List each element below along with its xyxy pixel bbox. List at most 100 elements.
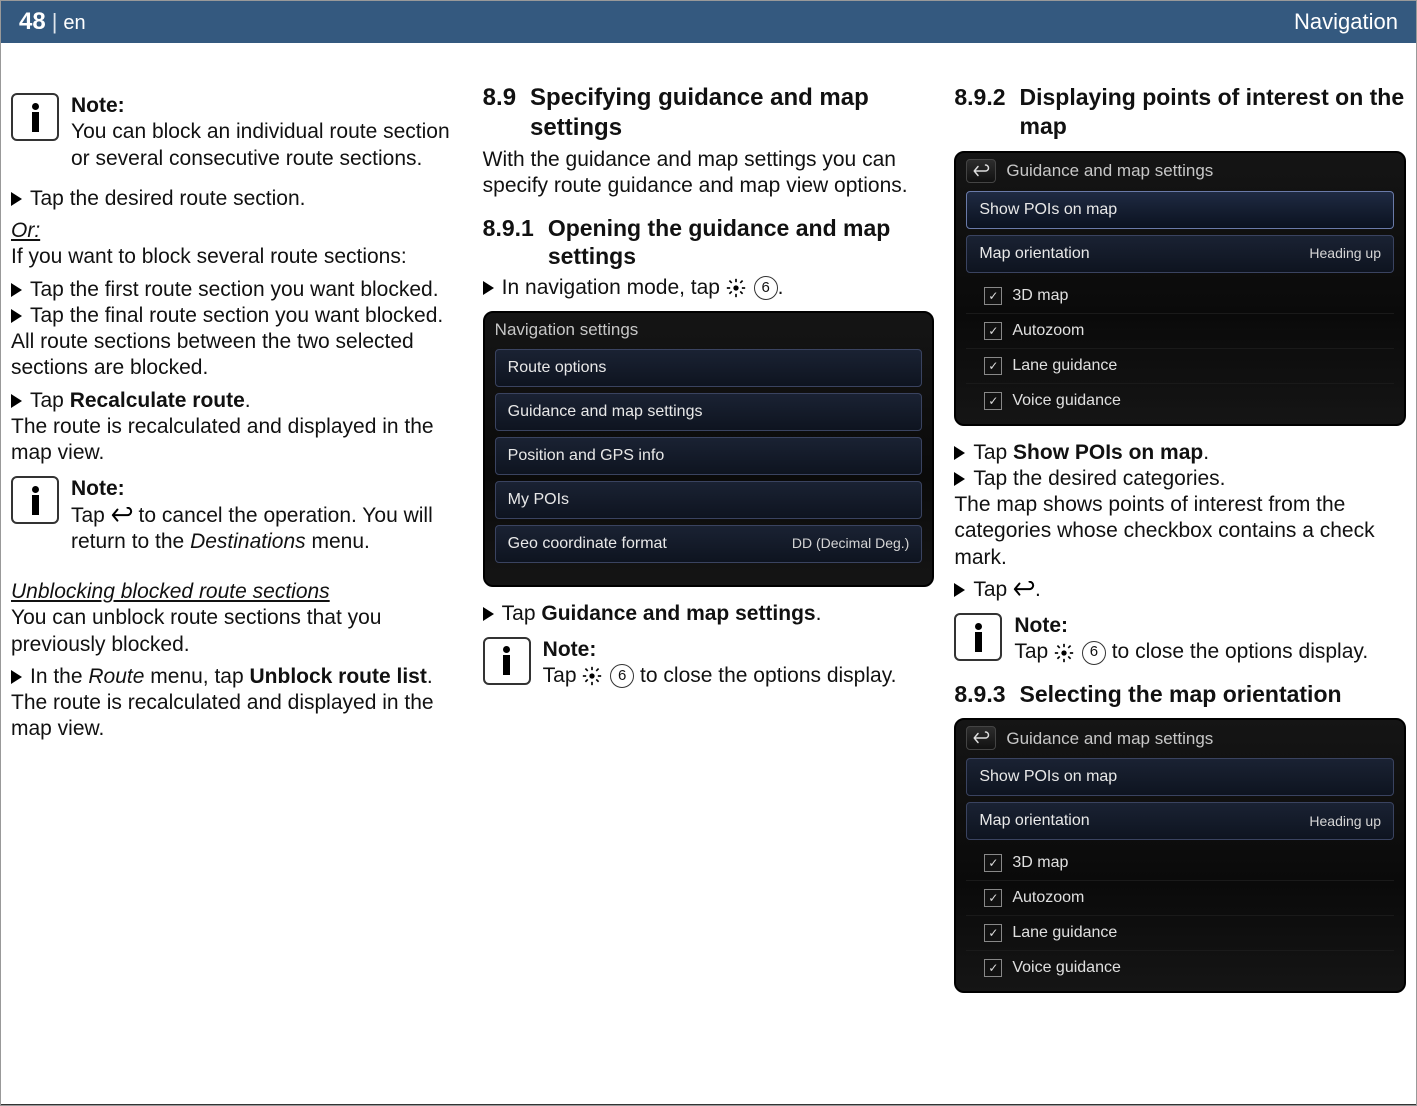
step: Tap the desired categories. bbox=[954, 466, 1406, 492]
device-title-bar: Guidance and map settings bbox=[956, 720, 1404, 754]
device-title: Guidance and map settings bbox=[1006, 728, 1213, 749]
list-item[interactable]: Map orientation Heading up bbox=[966, 802, 1394, 840]
text: Tap bbox=[30, 389, 70, 412]
header-left: 48 | en bbox=[19, 8, 86, 36]
list-item[interactable]: Geo coordinate format DD (Decimal Deg.) bbox=[495, 525, 923, 563]
text: Tap bbox=[973, 441, 1013, 464]
list-item[interactable]: Show POIs on map bbox=[966, 191, 1394, 229]
step-text: Tap Show POIs on map. bbox=[973, 440, 1209, 466]
checkbox-icon bbox=[984, 889, 1002, 907]
list-item-value: Heading up bbox=[1309, 813, 1381, 831]
paragraph: All route sections between the two selec… bbox=[11, 329, 463, 382]
manual-page: 48 | en Navigation Note: You can block a… bbox=[0, 0, 1417, 1106]
note-box-3: Note: Tap 6 to close the options display… bbox=[483, 637, 935, 690]
bold-text: Recalculate route bbox=[70, 389, 245, 412]
checkbox-icon bbox=[984, 854, 1002, 872]
section-heading-8-9-1: 8.9.1 Opening the guidance and map setti… bbox=[483, 214, 935, 272]
text: In navigation mode, tap bbox=[502, 276, 726, 299]
note-title: Note: bbox=[543, 638, 597, 661]
paragraph: The route is recalculated and displayed … bbox=[11, 414, 463, 467]
italic-text: Route bbox=[88, 665, 144, 688]
note-content: Note: Tap 6 to close the options display… bbox=[543, 637, 897, 690]
list-item[interactable]: Show POIs on map bbox=[966, 758, 1394, 796]
section-number: 8.9 bbox=[483, 83, 516, 143]
step-text: In navigation mode, tap 6. bbox=[502, 275, 784, 301]
list-item[interactable]: Voice guidance bbox=[966, 384, 1394, 418]
section-heading-8-9: 8.9 Specifying guidance and map settings bbox=[483, 83, 935, 143]
list-item[interactable]: Route options bbox=[495, 349, 923, 387]
note-box-4: Note: Tap 6 to close the options display… bbox=[954, 613, 1406, 666]
text: In the bbox=[30, 665, 88, 688]
list-item-label: Autozoom bbox=[1012, 321, 1084, 341]
section-number: 8.9.3 bbox=[954, 680, 1005, 709]
note-title: Note: bbox=[71, 94, 125, 117]
bullet-triangle-icon bbox=[11, 283, 22, 297]
step-text: Tap the first route section you want blo… bbox=[30, 277, 439, 303]
gear-icon bbox=[726, 278, 746, 298]
back-icon bbox=[1013, 581, 1035, 599]
list-item-label: Map orientation bbox=[979, 244, 1089, 264]
device-back-button[interactable] bbox=[966, 159, 996, 183]
list-item[interactable]: My POIs bbox=[495, 481, 923, 519]
step-text: Tap the desired route section. bbox=[30, 186, 306, 212]
text: . bbox=[1203, 441, 1209, 464]
list-item[interactable]: 3D map bbox=[966, 279, 1394, 314]
text: Tap bbox=[502, 602, 542, 625]
step: Tap the desired route section. bbox=[11, 186, 463, 212]
list-item[interactable]: Autozoom bbox=[966, 881, 1394, 916]
bullet-triangle-icon bbox=[954, 472, 965, 486]
gear-icon bbox=[1054, 643, 1074, 663]
section-number: 8.9.2 bbox=[954, 83, 1005, 141]
bullet-triangle-icon bbox=[11, 309, 22, 323]
device-screenshot-guidance-2: Guidance and map settings Show POIs on m… bbox=[954, 718, 1406, 993]
list-item[interactable]: 3D map bbox=[966, 846, 1394, 881]
list-item-label: Lane guidance bbox=[1012, 356, 1117, 376]
step-text: Tap Guidance and map settings. bbox=[502, 601, 822, 627]
checkbox-icon bbox=[984, 287, 1002, 305]
list-item[interactable]: Position and GPS info bbox=[495, 437, 923, 475]
step: Tap Guidance and map settings. bbox=[483, 601, 935, 627]
text: Tap bbox=[1014, 640, 1054, 663]
page-header: 48 | en Navigation bbox=[1, 1, 1416, 43]
page-body: Note: You can block an individual route … bbox=[1, 43, 1416, 1105]
list-item[interactable]: Voice guidance bbox=[966, 951, 1394, 985]
list-item-label: Voice guidance bbox=[1012, 958, 1121, 978]
list-item-label: 3D map bbox=[1012, 286, 1068, 306]
step-text: Tap . bbox=[973, 577, 1041, 603]
subheading: Unblocking blocked route sections bbox=[11, 579, 330, 605]
list-item[interactable]: Autozoom bbox=[966, 314, 1394, 349]
bullet-triangle-icon bbox=[954, 583, 965, 597]
device-back-button[interactable] bbox=[966, 726, 996, 750]
paragraph: If you want to block several route secti… bbox=[11, 244, 463, 270]
section-number: 8.9.1 bbox=[483, 214, 534, 272]
checkbox-icon bbox=[984, 392, 1002, 410]
list-item[interactable]: Lane guidance bbox=[966, 349, 1394, 384]
step: Tap . bbox=[954, 577, 1406, 603]
text: Tap bbox=[543, 664, 583, 687]
list-item[interactable]: Map orientation Heading up bbox=[966, 235, 1394, 273]
bullet-triangle-icon bbox=[483, 281, 494, 295]
step: Tap Show POIs on map. bbox=[954, 440, 1406, 466]
text: . bbox=[1035, 578, 1041, 601]
column-2: 8.9 Specifying guidance and map settings… bbox=[483, 83, 935, 1074]
device-screenshot-guidance-1: Guidance and map settings Show POIs on m… bbox=[954, 151, 1406, 426]
info-icon bbox=[11, 476, 59, 524]
info-icon bbox=[11, 93, 59, 141]
step: Tap the first route section you want blo… bbox=[11, 277, 463, 303]
device-title: Navigation settings bbox=[495, 319, 639, 340]
text: Tap bbox=[71, 504, 111, 527]
paragraph: The map shows points of interest from th… bbox=[954, 492, 1406, 571]
note-box-2: Note: Tap to cancel the operation. You w… bbox=[11, 476, 463, 555]
section-heading-8-9-2: 8.9.2 Displaying points of interest on t… bbox=[954, 83, 1406, 141]
checkbox-icon bbox=[984, 924, 1002, 942]
device-list: Show POIs on map Map orientation Heading… bbox=[956, 754, 1404, 991]
info-icon bbox=[954, 613, 1002, 661]
step-text: In the Route menu, tap Unblock route lis… bbox=[30, 664, 433, 690]
list-item-label: Map orientation bbox=[979, 811, 1089, 831]
step-text: Tap the desired categories. bbox=[973, 466, 1225, 492]
list-item[interactable]: Guidance and map settings bbox=[495, 393, 923, 431]
list-item[interactable]: Lane guidance bbox=[966, 916, 1394, 951]
bullet-triangle-icon bbox=[483, 607, 494, 621]
section-heading-8-9-3: 8.9.3 Selecting the map orientation bbox=[954, 680, 1406, 709]
section-title: Specifying guidance and map settings bbox=[530, 83, 934, 143]
